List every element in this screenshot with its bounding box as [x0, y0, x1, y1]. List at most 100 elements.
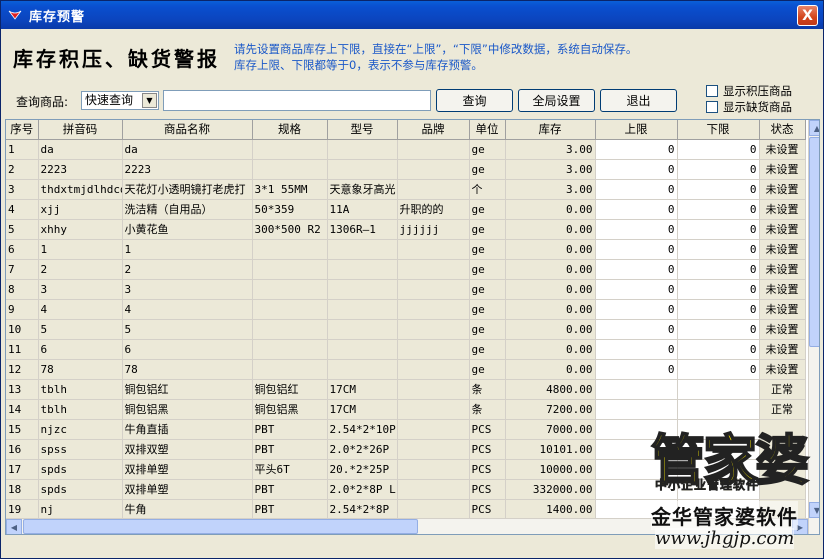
table-row[interactable]: 7 2 2 ge 0.00 0 0 未设置 — [6, 259, 806, 280]
table-row[interactable]: 8 3 3 ge 0.00 0 0 未设置 — [6, 279, 806, 300]
scroll-down-icon[interactable]: ▼ — [809, 502, 819, 518]
table-row[interactable]: 19 nj 牛角 PBT 2.54*2*8P PCS 1400.00 — [6, 499, 806, 520]
table-cell[interactable]: 0 — [677, 259, 760, 280]
table-cell — [252, 259, 328, 280]
column-header[interactable]: 状态 — [759, 120, 806, 140]
table-cell[interactable]: 0 — [595, 199, 678, 220]
table-row[interactable]: 12 78 78 ge 0.00 0 0 未设置 — [6, 359, 806, 380]
table-cell[interactable]: 0 — [595, 319, 678, 340]
table-cell[interactable]: 0 — [595, 339, 678, 360]
table-cell[interactable] — [677, 459, 760, 480]
column-header[interactable]: 品牌 — [397, 120, 470, 140]
search-input[interactable] — [163, 90, 431, 111]
table-row[interactable]: 9 4 4 ge 0.00 0 0 未设置 — [6, 299, 806, 320]
show-overstock-checkbox[interactable]: 显示积压商品 — [706, 83, 792, 99]
table-cell[interactable]: 0 — [677, 199, 760, 220]
table-cell[interactable] — [677, 439, 760, 460]
table-cell[interactable]: 0 — [595, 259, 678, 280]
table-cell[interactable]: 0 — [595, 279, 678, 300]
close-button[interactable]: X — [797, 5, 818, 26]
table-row[interactable]: 3 thdxtmjdlhdcd 天花灯小透明镜打老虎打 3*1 55MM 天意象牙高光 个… — [6, 179, 806, 200]
table-cell[interactable]: 0 — [595, 139, 678, 160]
table-cell[interactable] — [595, 459, 678, 480]
title-bar[interactable]: 库存预警 X — [1, 1, 823, 29]
column-header[interactable]: 拼音码 — [38, 120, 123, 140]
table-cell: 正常 — [759, 379, 806, 400]
query-mode-select[interactable]: 快速查询 ▼ — [81, 91, 159, 110]
table-cell: 7 — [6, 259, 39, 280]
column-header[interactable]: 型号 — [327, 120, 398, 140]
table-cell[interactable] — [677, 479, 760, 500]
query-button[interactable]: 查询 — [436, 89, 513, 112]
table-cell[interactable] — [595, 499, 678, 520]
table-cell[interactable] — [677, 379, 760, 400]
column-header[interactable]: 规格 — [252, 120, 328, 140]
table-row[interactable]: 1 da da ge 3.00 0 0 未设置 — [6, 139, 806, 160]
table-cell[interactable] — [677, 499, 760, 520]
query-mode-value: 快速查询 — [85, 93, 134, 107]
table-cell[interactable]: 0 — [677, 319, 760, 340]
column-header[interactable]: 下限 — [677, 120, 760, 140]
table-row[interactable]: 17 spds 双排单塑 平头6T 20.*2*25P PCS 10000.00 — [6, 459, 806, 480]
column-header[interactable]: 序号 — [6, 120, 39, 140]
table-row[interactable]: 4 xjj 洗洁精（自用品） 50*359 11A 升职的的 ge 0.00 0 0 未设置 — [6, 199, 806, 220]
table-cell: PBT — [252, 479, 328, 500]
table-row[interactable]: 14 tblh 铜包铝黑 铜包铝黑 17CM 条 7200.00 正常 — [6, 399, 806, 420]
table-cell[interactable] — [595, 479, 678, 500]
table-row[interactable]: 13 tblh 铜包铝红 铜包铝红 17CM 条 4800.00 正常 — [6, 379, 806, 400]
scroll-up-icon[interactable]: ▲ — [809, 120, 819, 136]
column-header[interactable]: 上限 — [595, 120, 678, 140]
scroll-right-icon[interactable]: ▶ — [792, 519, 808, 534]
table-cell: 18 — [6, 479, 39, 500]
table-cell[interactable] — [595, 439, 678, 460]
column-header[interactable]: 商品名称 — [122, 120, 253, 140]
table-row[interactable]: 6 1 1 ge 0.00 0 0 未设置 — [6, 239, 806, 260]
table-cell[interactable]: 0 — [595, 179, 678, 200]
table-cell[interactable]: 0 — [595, 359, 678, 380]
table-cell[interactable]: 0 — [677, 159, 760, 180]
table-cell[interactable]: 0 — [595, 219, 678, 240]
exit-button[interactable]: 退出 — [600, 89, 677, 112]
scroll-left-icon[interactable]: ◀ — [6, 519, 22, 534]
table-row[interactable]: 10 5 5 ge 0.00 0 0 未设置 — [6, 319, 806, 340]
horizontal-scrollbar[interactable]: ◀ ▶ — [6, 518, 808, 534]
global-settings-button[interactable]: 全局设置 — [518, 89, 595, 112]
table-cell[interactable]: 0 — [677, 139, 760, 160]
table-row[interactable]: 11 6 6 ge 0.00 0 0 未设置 — [6, 339, 806, 360]
table-row[interactable]: 5xhhy小黄花鱼300*500 R2 451306R—1jjjjjjge0.0… — [6, 219, 806, 240]
table-cell[interactable]: 0 — [677, 179, 760, 200]
table-cell: 1306R—1 — [327, 219, 398, 240]
table-cell: 4800.00 — [505, 379, 596, 400]
table-cell[interactable] — [595, 399, 678, 420]
table-cell[interactable] — [677, 419, 760, 440]
horizontal-scroll-thumb[interactable] — [23, 519, 418, 534]
column-header[interactable]: 单位 — [469, 120, 506, 140]
table-cell[interactable]: 0 — [677, 239, 760, 260]
vertical-scroll-thumb[interactable] — [809, 137, 819, 347]
table-cell[interactable]: 0 — [595, 239, 678, 260]
table-row[interactable]: 2 2223 2223 ge 3.00 0 0 未设置 — [6, 159, 806, 180]
table-cell[interactable]: 0 — [677, 219, 760, 240]
checkbox-box[interactable] — [706, 101, 718, 113]
table-cell[interactable]: 0 — [595, 299, 678, 320]
table-cell[interactable] — [677, 399, 760, 420]
table-cell[interactable]: 0 — [595, 159, 678, 180]
table-cell[interactable]: 0 — [677, 339, 760, 360]
table-cell: 11 — [6, 339, 39, 360]
table-row[interactable]: 15 njzc 牛角直插 PBT 2.54*2*10P PCS 7000.00 — [6, 419, 806, 440]
table-cell[interactable]: 0 — [677, 279, 760, 300]
table-cell: ge — [469, 239, 506, 260]
table-cell[interactable]: 0 — [677, 359, 760, 380]
show-shortage-checkbox[interactable]: 显示缺货商品 — [706, 99, 792, 115]
table-row[interactable]: 16 spss 双排双塑 PBT 2.0*2*26P PCS 10101.00 — [6, 439, 806, 460]
checkbox-box[interactable] — [706, 85, 718, 97]
table-cell[interactable]: 0 — [677, 299, 760, 320]
table-cell[interactable] — [595, 379, 678, 400]
table-cell[interactable] — [595, 419, 678, 440]
table-cell: 天花灯小透明镜打老虎打 — [122, 179, 253, 200]
table-row[interactable]: 18 spds 双排单塑 PBT 2.0*2*8P L PCS 332000.00 — [6, 479, 806, 500]
dropdown-arrow-icon[interactable]: ▼ — [142, 93, 157, 108]
column-header[interactable]: 库存 — [505, 120, 596, 140]
stock-grid[interactable]: 序号 拼音码 商品名称 规格 型号 品牌 单位 库存 上限 下限 状态 1 da da ge 3.00 0 0 未… — [5, 119, 820, 535]
vertical-scrollbar[interactable]: ▲ ▼ — [808, 120, 819, 534]
